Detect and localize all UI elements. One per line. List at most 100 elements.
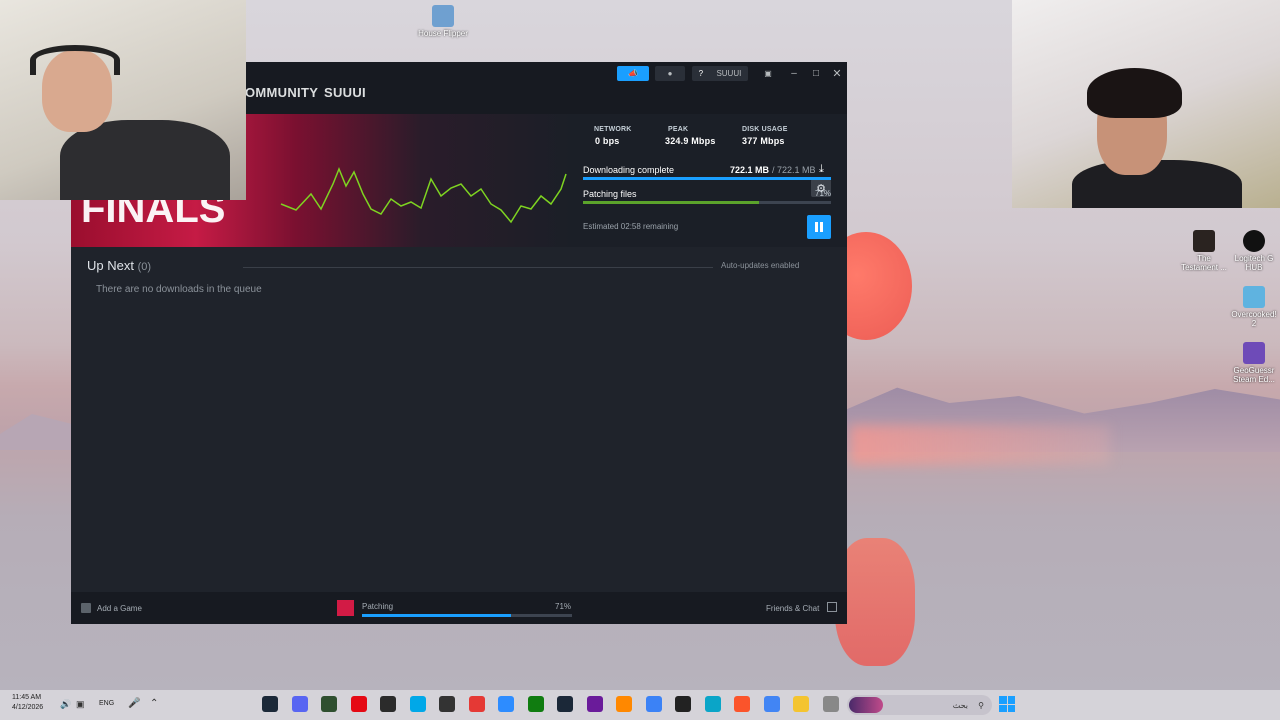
xbox-icon[interactable]: [527, 696, 544, 712]
minimize-button[interactable]: –: [787, 66, 801, 81]
patch-label: Patching files: [583, 189, 637, 199]
steam-icon[interactable]: [262, 696, 278, 712]
person-right-body: [1072, 160, 1242, 208]
chrome-icon[interactable]: [763, 696, 780, 712]
help-icon[interactable]: ?: [699, 69, 703, 78]
patch-bar-fill: [583, 201, 760, 204]
pause-button[interactable]: [807, 215, 831, 239]
clock-date: 4/12/2026: [12, 704, 44, 711]
edge-icon[interactable]: [704, 696, 721, 712]
search-placeholder: بحث: [952, 700, 968, 710]
minimize-icon: –: [791, 68, 797, 79]
desktop-icon-overcooked[interactable]: Overcooked! 2: [1228, 286, 1280, 328]
headphones-left: [30, 45, 120, 75]
steam-footer: Add a Game Patching 71% Friends & Chat: [71, 592, 847, 624]
windows-logo-icon: [999, 696, 1007, 704]
steam-icon-2[interactable]: [557, 696, 573, 712]
estimate-text: Estimated 02:58 remaining: [583, 222, 679, 231]
notifications-button[interactable]: ●: [655, 66, 685, 81]
taskbar: [0, 690, 1280, 720]
notepad-icon[interactable]: [822, 696, 839, 712]
language-indicator[interactable]: ENG: [99, 700, 114, 707]
geoguessr-icon: [1243, 342, 1265, 364]
monitor-icon: ▣: [764, 69, 772, 78]
footer-patching-percent: 71%: [555, 602, 572, 611]
store-icon[interactable]: [645, 696, 662, 712]
mic-icon[interactable]: 🎤: [128, 698, 140, 709]
peak-label: PEAK: [668, 126, 689, 133]
close-button[interactable]: ✕: [830, 66, 844, 81]
desktop-icon-ghub[interactable]: Logitech G HUB: [1228, 230, 1280, 272]
maximize-icon: □: [812, 68, 820, 79]
pause-icon: [815, 222, 823, 232]
tray-chevron-icon[interactable]: ⌃: [150, 698, 158, 709]
desktop-icon-testament[interactable]: The Testament ...: [1178, 230, 1230, 272]
queue-title: Up Next (0): [87, 258, 151, 273]
auto-updates-label: Auto-updates enabled: [721, 261, 800, 270]
user-menu-label: SUUUI: [716, 69, 742, 78]
ghub-icon: [1243, 230, 1265, 252]
brave-icon[interactable]: [734, 696, 750, 712]
desktop-icon-house-flipper[interactable]: House Flipper: [417, 5, 469, 38]
explorer-icon[interactable]: [793, 696, 809, 712]
stat-disk: DISK USAGE 377 Mbps: [731, 126, 788, 146]
finals-game-icon: [337, 600, 354, 616]
downloaded-size: 722.1 MB: [730, 165, 770, 175]
nav-user[interactable]: SUUUI: [324, 85, 366, 100]
lake-glow: [850, 425, 1110, 465]
clock-time: 11:45 AM: [12, 694, 42, 701]
announcements-button[interactable]: 📣: [617, 66, 649, 81]
peak-value: 324.9 Mbps: [665, 136, 716, 146]
network-value: 0 bps: [595, 136, 620, 146]
house-flipper-icon: [432, 5, 454, 27]
total-size: / 722.1 MB: [772, 165, 816, 175]
vlc-icon[interactable]: [616, 696, 632, 712]
big-picture-button[interactable]: ▣: [761, 66, 775, 81]
download-status: Downloading complete: [583, 165, 675, 175]
headphones-icon[interactable]: [586, 696, 603, 712]
bandwidth-graph-line: [280, 167, 567, 224]
download-icon: ⤓: [819, 163, 824, 175]
taskbar-search[interactable]: بحث ⚲: [847, 695, 992, 715]
patch-percent: 71%: [815, 189, 832, 198]
close-icon: ✕: [832, 68, 842, 80]
maximize-button[interactable]: □: [809, 66, 823, 81]
friends-chat-button[interactable]: Friends & Chat: [766, 604, 819, 613]
footer-patching-label[interactable]: Patching: [362, 602, 393, 611]
search-highlight-image: [849, 697, 883, 713]
add-game-plus-icon: [81, 603, 91, 613]
network-icon[interactable]: ▣: [76, 699, 85, 710]
zoom-icon[interactable]: [498, 696, 514, 712]
search-icon: ⚲: [978, 700, 984, 710]
stat-network: NETWORK 0 bps: [583, 126, 632, 146]
nav-community[interactable]: OMMUNITY: [245, 85, 318, 100]
webcam-right: [1012, 0, 1280, 208]
davinci-icon[interactable]: [380, 696, 396, 712]
start-button[interactable]: [999, 696, 1015, 712]
person-right-hair: [1087, 68, 1182, 118]
taskbar-clock[interactable]: 11:45 AM 4/12/2026: [12, 693, 43, 713]
disk-label: DISK USAGE: [742, 126, 788, 133]
capcut-icon[interactable]: [409, 696, 426, 712]
queue-empty-message: There are no downloads in the queue: [96, 284, 262, 295]
app-icon[interactable]: [321, 696, 337, 712]
netflix-icon[interactable]: [350, 696, 367, 712]
download-bar: [583, 177, 831, 180]
queue-count: (0): [137, 261, 152, 273]
discord-icon[interactable]: [291, 696, 308, 712]
footer-progress-bar: [362, 614, 572, 617]
patch-bar: [583, 201, 831, 204]
mountains-left-graphic: [0, 414, 80, 450]
add-game-button[interactable]: Add a Game: [97, 604, 142, 613]
davinci-2-icon[interactable]: [675, 696, 691, 712]
desktop-icon-geoguessr[interactable]: GeoGuessr Steam Ed...: [1228, 342, 1280, 384]
stat-peak: PEAK 324.9 Mbps: [657, 126, 716, 146]
sun-reflection: [835, 538, 915, 666]
youtube-music-icon[interactable]: [468, 696, 485, 712]
obs-icon[interactable]: [439, 696, 455, 712]
user-menu-button[interactable]: ? SUUUI: [692, 66, 748, 81]
volume-icon[interactable]: 🔊: [60, 699, 71, 710]
overcooked-icon: [1243, 286, 1265, 308]
webcam-left: [0, 0, 246, 200]
megaphone-icon: 📣: [628, 69, 638, 78]
